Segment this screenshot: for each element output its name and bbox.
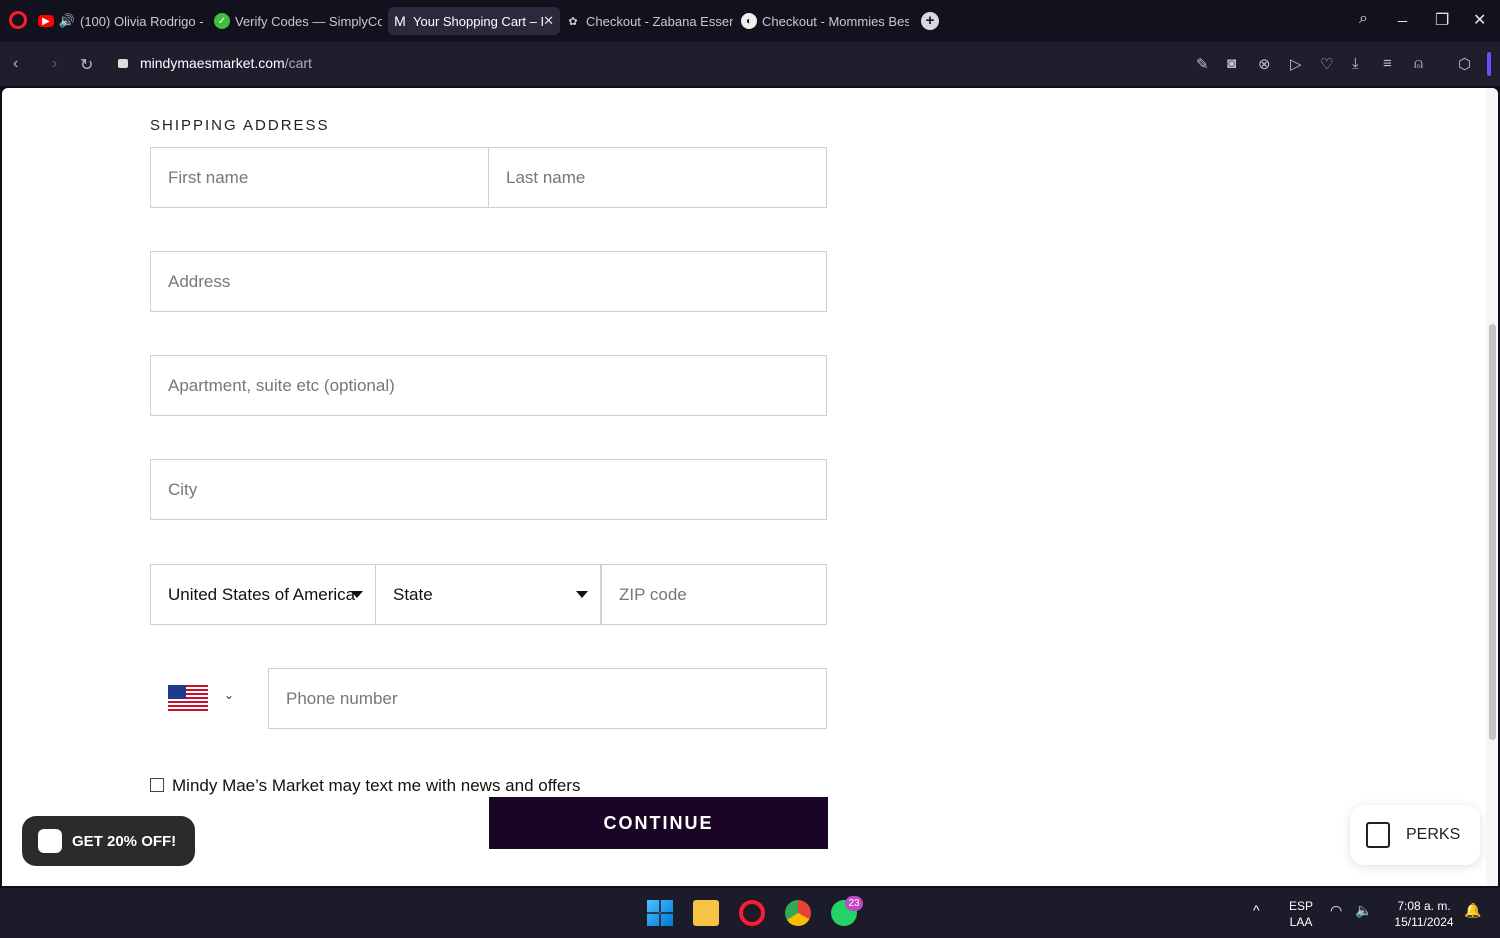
zip-code-input[interactable]: ZIP code [601, 564, 827, 625]
chevron-down-icon[interactable]: ⌄ [224, 688, 234, 702]
tab-zabana-checkout[interactable]: ✿ Checkout - Zabana Essent [565, 7, 733, 35]
windows-taskbar: 23 ^ ESP LAA ◠ 🔈 7:08 a. m. 15/11/2024 🔔 [0, 888, 1500, 938]
language-indicator[interactable]: ESP LAA [1287, 898, 1315, 930]
profile-icon[interactable]: ⍝ [1414, 55, 1423, 72]
tray-chevron-up-icon[interactable]: ^ [1253, 902, 1260, 918]
new-tab-plus-icon[interactable]: + [921, 12, 939, 30]
sms-optin-checkbox[interactable] [150, 778, 164, 792]
adblock-icon[interactable]: ⊗ [1258, 55, 1271, 73]
country-select[interactable]: United States of America [150, 564, 376, 625]
gift-icon [38, 829, 62, 853]
easy-setup-icon[interactable]: ≡ [1383, 55, 1392, 72]
close-tab-icon[interactable]: ✕ [543, 13, 554, 29]
reload-icon[interactable]: ↻ [80, 55, 93, 75]
tab-verify-codes[interactable]: ✓ Verify Codes — SimplyCo [214, 7, 382, 35]
perks-button[interactable]: PERKS [1350, 805, 1480, 865]
opera-logo-icon[interactable] [9, 11, 27, 29]
file-explorer-icon[interactable] [693, 900, 719, 926]
opera-taskbar-icon[interactable] [739, 900, 765, 926]
notifications-icon[interactable]: 🔔 [1464, 902, 1481, 919]
browser-tab-bar: ▶ 🔊 (100) Olivia Rodrigo - ✓ Verify Code… [0, 0, 1500, 42]
address-input[interactable]: Address [150, 251, 827, 312]
phone-number-input[interactable]: Phone number [268, 668, 827, 729]
whatsapp-unread-badge: 23 [845, 896, 863, 911]
close-window-icon[interactable]: ✕ [1473, 10, 1486, 30]
state-dropdown-caret-icon [576, 591, 588, 598]
us-flag-icon[interactable] [168, 685, 208, 711]
last-name-input[interactable]: Last name [488, 147, 827, 208]
camera-icon[interactable]: ◙ [1227, 55, 1236, 72]
check-circle-icon: ✓ [214, 13, 230, 29]
download-icon[interactable]: ⤓ [1352, 55, 1359, 72]
back-icon[interactable]: ‹ [13, 55, 18, 73]
shipping-address-heading: SHIPPING ADDRESS [150, 117, 330, 134]
promo-get-20-off-button[interactable]: GET 20% OFF! [22, 816, 195, 866]
heart-icon[interactable]: ♡ [1320, 55, 1333, 73]
scrollbar-track[interactable] [1486, 88, 1498, 886]
sms-optin-label: Mindy Mae’s Market may text me with news… [172, 776, 581, 795]
extensions-cube-icon[interactable]: ⬡ [1458, 55, 1471, 73]
lock-icon [118, 59, 128, 68]
tab-youtube[interactable]: ▶ 🔊 (100) Olivia Rodrigo - [38, 7, 206, 35]
page-content: SHIPPING ADDRESS First name Last name Ad… [2, 88, 1498, 886]
url-field[interactable]: mindymaesmarket.com/cart [118, 55, 312, 71]
youtube-icon: ▶ [38, 15, 54, 27]
search-icon[interactable]: ⌕ [1359, 10, 1368, 28]
windows-start-icon[interactable] [647, 900, 673, 926]
first-name-input[interactable]: First name [150, 147, 489, 208]
scrollbar-thumb[interactable] [1489, 324, 1496, 740]
play-icon[interactable]: ▷ [1290, 55, 1302, 73]
m-logo-icon: M [394, 13, 406, 29]
chrome-icon[interactable] [785, 900, 811, 926]
wifi-icon[interactable]: ◠ [1330, 902, 1342, 919]
flag-canton [168, 685, 186, 699]
tab-shopping-cart[interactable]: M Your Shopping Cart – I ✕ [388, 7, 560, 35]
snapshot-edit-icon[interactable]: ✎ [1196, 55, 1209, 73]
clock[interactable]: 7:08 a. m. 15/11/2024 [1384, 898, 1464, 930]
forward-icon[interactable]: › [52, 55, 57, 73]
script-logo-icon: ✿ [568, 15, 578, 28]
speaker-icon[interactable]: 🔊 [59, 13, 75, 29]
sidebar-accent [1487, 52, 1491, 76]
tab-mommies-checkout[interactable]: ◐ Checkout - Mommies Best [741, 7, 909, 35]
country-dropdown-caret-icon [351, 591, 363, 598]
continue-button[interactable]: CONTINUE [489, 797, 828, 849]
browser-address-bar: ‹ › ↻ mindymaesmarket.com/cart ✎ ◙ ⊗ ▷ ♡… [0, 42, 1500, 86]
state-select[interactable]: State [375, 564, 601, 625]
apartment-input[interactable]: Apartment, suite etc (optional) [150, 355, 827, 416]
shopping-bag-heart-icon [1366, 822, 1390, 848]
globe-icon: ◐ [741, 13, 757, 29]
city-input[interactable]: City [150, 459, 827, 520]
restore-icon[interactable]: ❐ [1435, 10, 1449, 30]
volume-icon[interactable]: 🔈 [1355, 902, 1372, 919]
minimize-icon[interactable]: _ [1398, 6, 1407, 24]
